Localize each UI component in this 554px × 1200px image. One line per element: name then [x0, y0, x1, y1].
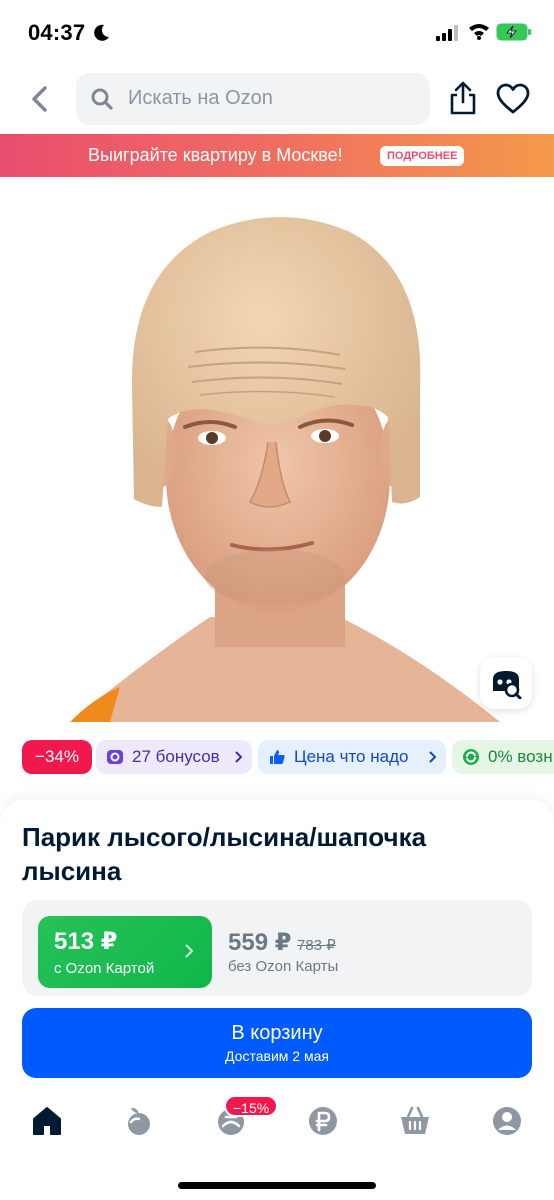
fresh-icon[interactable]	[122, 1104, 156, 1138]
ozon-card-price-button[interactable]: 513 ₽ с Ozon Картой	[38, 916, 212, 988]
price-block: 513 ₽ с Ozon Картой 559 ₽ 783 ₽ без Ozon…	[22, 900, 532, 996]
bonus-label: 27 бонусов	[132, 747, 220, 766]
installment-label: 0% возн	[488, 747, 553, 766]
header: Искать на Ozon	[0, 66, 554, 134]
product-image[interactable]	[0, 177, 554, 722]
good-price-label: Цена что надо	[294, 747, 409, 766]
share-icon[interactable]	[448, 80, 478, 116]
cart-icon[interactable]	[398, 1104, 432, 1138]
image-search-icon	[493, 671, 522, 699]
product-photo	[70, 217, 500, 722]
banner-more-badge[interactable]: ПОДРОБНЕЕ	[380, 146, 465, 166]
bonus-chip[interactable]: 27 бонусов	[96, 740, 252, 774]
regular-price: 559 ₽	[228, 929, 292, 956]
chevron-right-icon	[429, 751, 436, 763]
good-price-chip[interactable]: Цена что надо	[258, 740, 446, 774]
bottom-nav: −15%	[0, 1090, 554, 1200]
regular-price-label: без Ozon Карты	[228, 958, 339, 975]
home-icon[interactable]	[30, 1104, 64, 1138]
chevron-right-icon	[185, 944, 193, 958]
nav-discount-badge: −15%	[224, 1095, 279, 1117]
thumbs-up-icon	[270, 750, 285, 764]
delivery-date: Доставим 2 мая	[225, 1048, 329, 1064]
search-placeholder: Искать на Ozon	[128, 87, 273, 109]
battery-icon	[496, 23, 531, 41]
signal-icon	[436, 25, 458, 41]
ozon-card-price: 513 ₽	[54, 928, 118, 955]
heart-icon[interactable]	[496, 83, 530, 115]
product-screen: 04:37 Искать на Ozon Выиграйте квартиру …	[0, 0, 554, 1200]
cart-button-label: В корзину	[231, 1022, 323, 1044]
product-title: Парик лысого/лысина/шапочка лысина	[22, 822, 427, 886]
installment-icon	[463, 749, 479, 765]
status-bar: 04:37	[0, 0, 554, 66]
chevron-right-icon	[235, 751, 242, 763]
discount-badge: −34%	[22, 740, 92, 774]
search-icon	[91, 88, 113, 110]
back-icon[interactable]	[26, 84, 52, 114]
wifi-icon	[469, 24, 489, 40]
home-indicator	[178, 1182, 376, 1189]
product-details: Парик лысого/лысина/шапочка лысина 513 ₽…	[0, 800, 554, 1090]
profile-icon[interactable]	[490, 1104, 524, 1138]
visual-search-button[interactable]	[480, 657, 532, 709]
installment-chip[interactable]: 0% возн	[452, 740, 554, 774]
badges-row: −34% 27 бонусов Цена что надо 0% возн	[0, 736, 554, 780]
search-input[interactable]: Искать на Ozon	[76, 73, 430, 125]
banner-text: Выиграйте квартиру в Москве!	[88, 145, 343, 165]
ozon-card-price-label: с Ozon Картой	[54, 960, 155, 977]
add-to-cart-button[interactable]: В корзину Доставим 2 мая	[22, 1008, 532, 1078]
moon-icon	[94, 24, 109, 41]
ruble-icon[interactable]	[306, 1104, 340, 1138]
old-price: 783 ₽	[297, 937, 336, 954]
status-time: 04:37	[28, 20, 86, 45]
bonus-icon	[107, 750, 123, 764]
promo-banner[interactable]: Выиграйте квартиру в Москве! ПОДРОБНЕЕ	[0, 134, 554, 177]
